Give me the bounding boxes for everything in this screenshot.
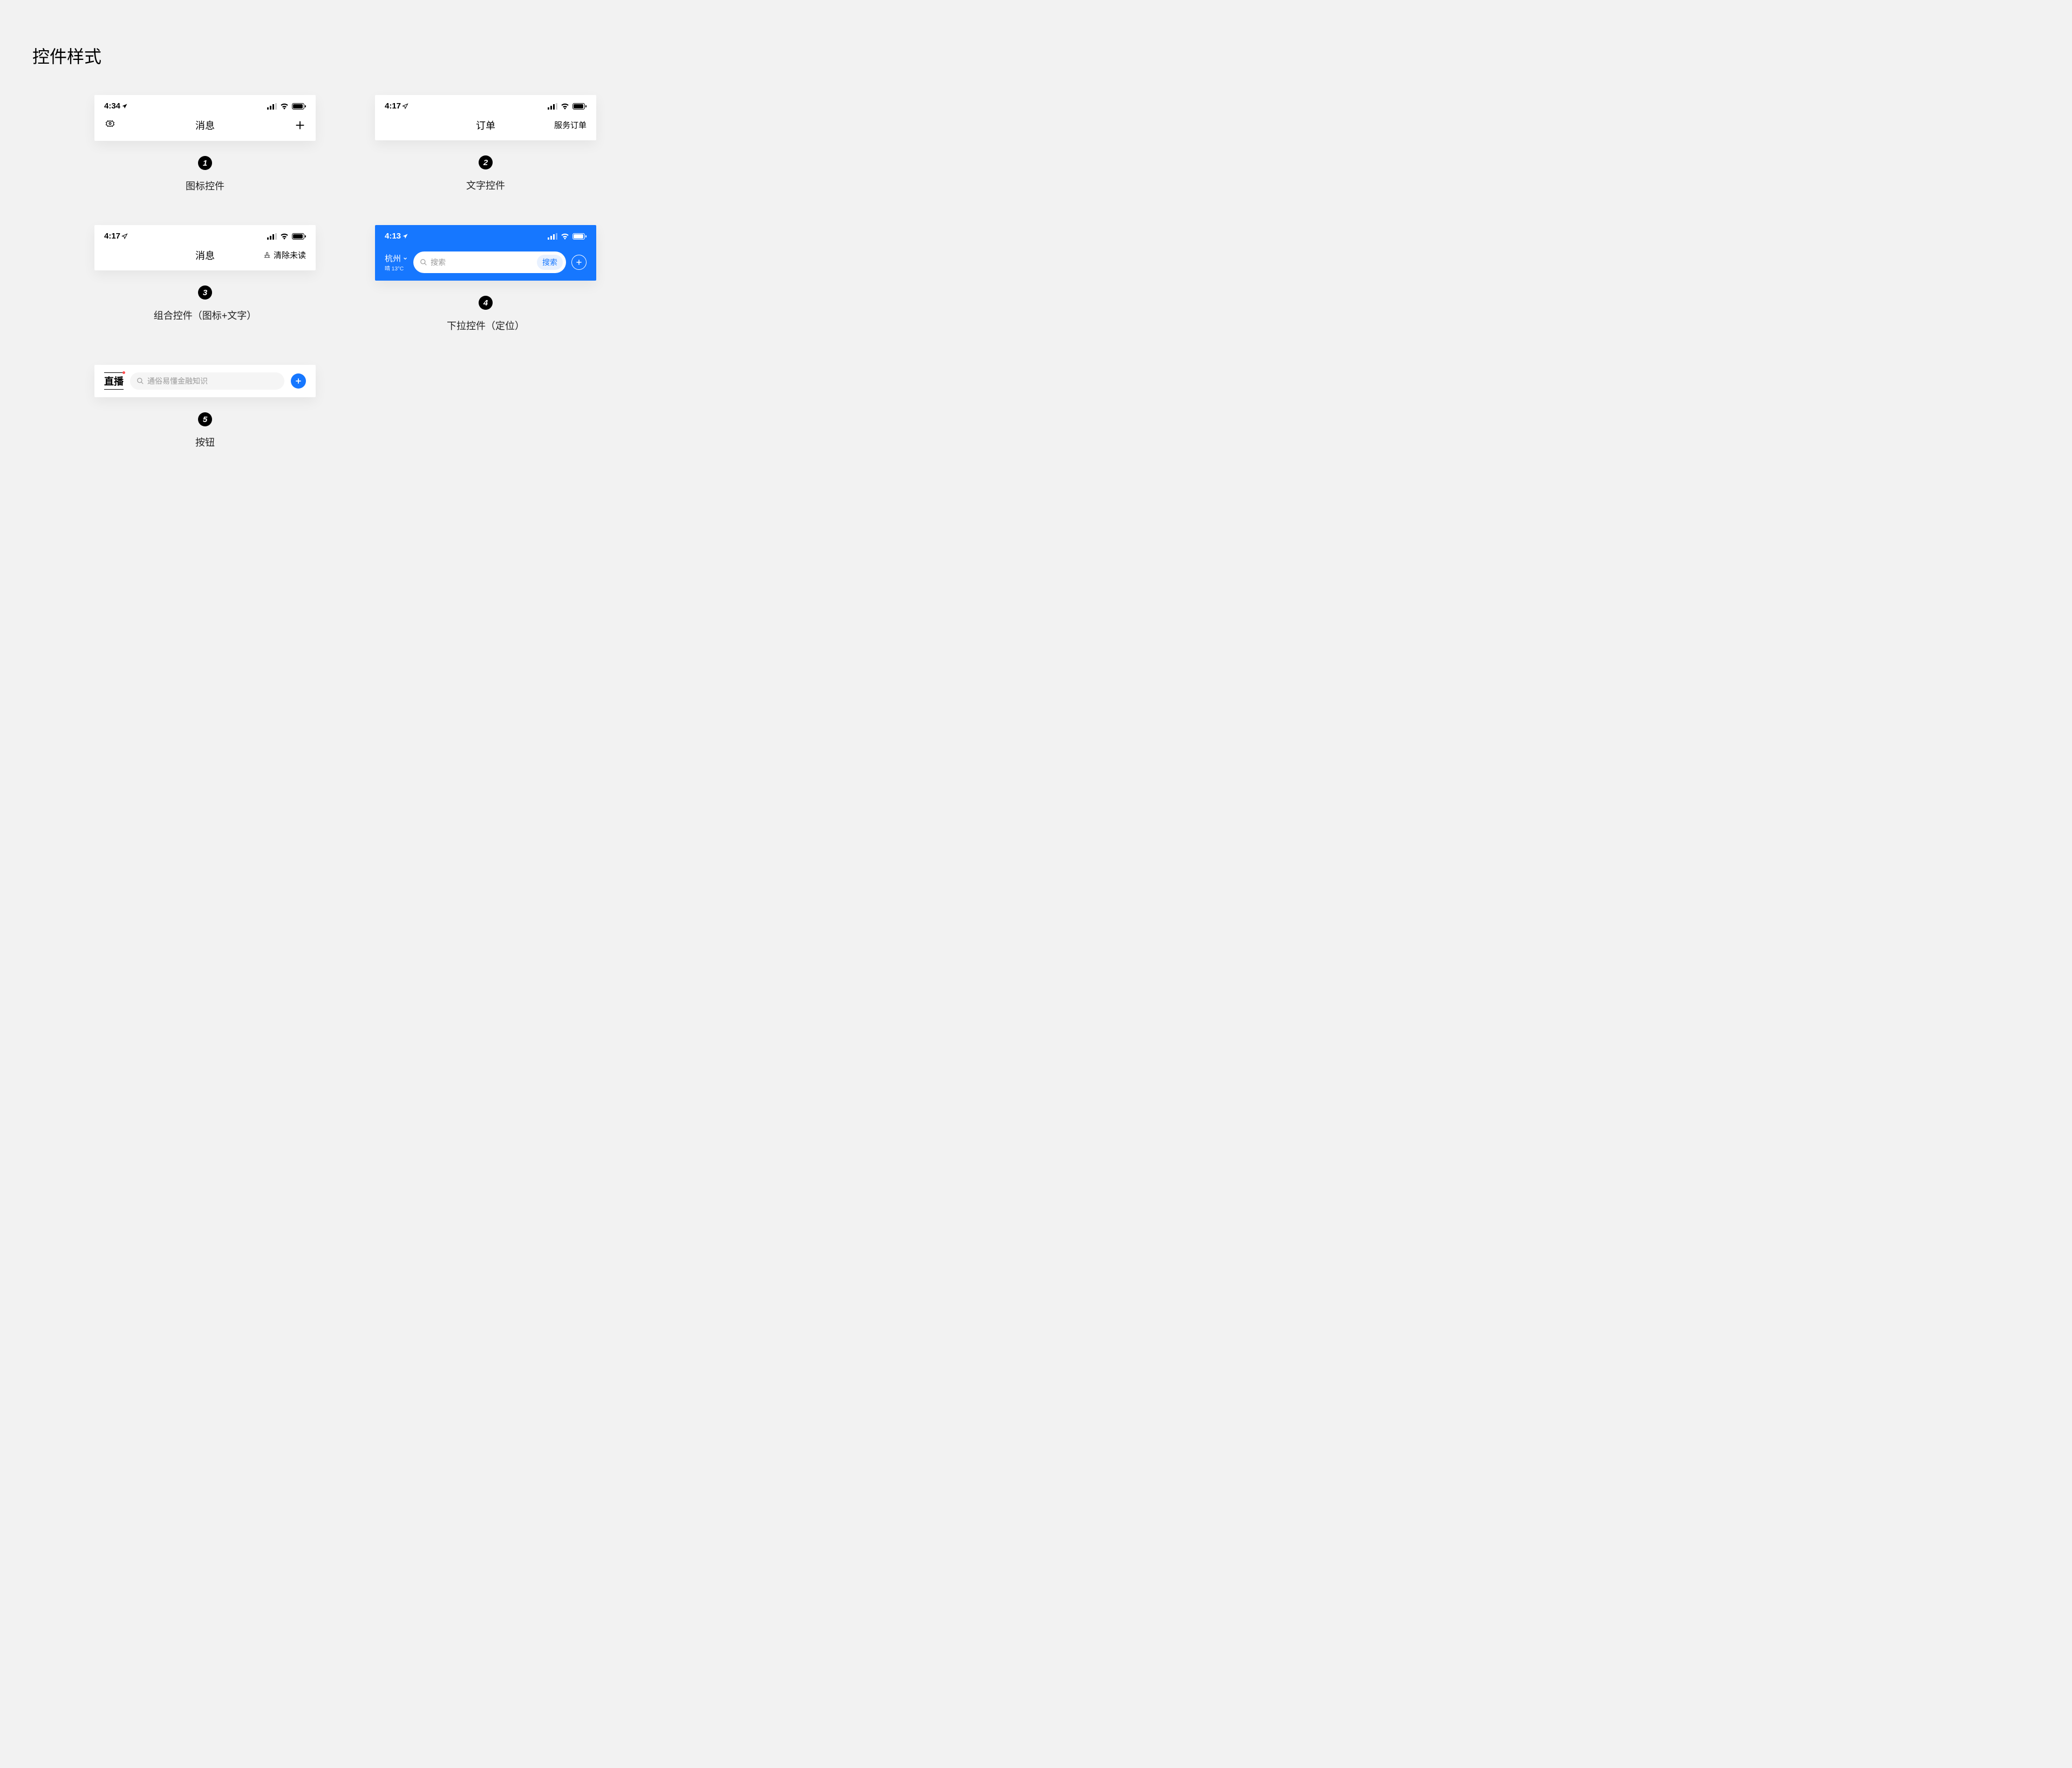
signal-icon — [548, 233, 557, 240]
sample-dropdown-control: 4:13 杭州 晴 13°C — [362, 225, 610, 332]
search-icon — [420, 259, 427, 266]
status-time: 4:17 — [104, 232, 120, 241]
sample-caption: 组合控件（图标+文字） — [154, 308, 257, 322]
status-bar: 4:13 — [375, 225, 596, 244]
sample-number: 5 — [198, 412, 212, 426]
search-placeholder: 通俗易懂金融知识 — [147, 376, 281, 386]
page-title: 控件样式 — [32, 43, 658, 68]
weather-text: 晴 13°C — [385, 264, 408, 272]
location-arrow-icon — [402, 233, 408, 240]
sample-caption: 下拉控件（定位） — [447, 318, 524, 332]
status-time: 4:34 — [104, 101, 120, 111]
add-button[interactable] — [571, 255, 587, 270]
location-dropdown[interactable]: 杭州 晴 13°C — [385, 253, 408, 272]
status-time: 4:13 — [385, 232, 401, 241]
signal-icon — [548, 103, 557, 110]
sample-number: 2 — [479, 155, 493, 169]
chevron-down-icon — [403, 256, 408, 261]
search-icon — [137, 377, 144, 385]
location-arrow-icon — [121, 103, 128, 110]
service-order-link[interactable]: 服务订单 — [554, 119, 587, 131]
clear-unread-button[interactable]: 清除未读 — [263, 249, 306, 261]
live-label: 直播 — [104, 376, 124, 387]
live-badge[interactable]: 直播 — [104, 374, 124, 388]
nav-title: 消息 — [195, 248, 215, 262]
sample-number: 4 — [479, 296, 493, 310]
search-button[interactable]: 搜索 — [537, 255, 563, 270]
search-placeholder: 搜索 — [431, 257, 534, 268]
plus-icon — [295, 377, 302, 385]
location-arrow-icon — [121, 233, 128, 240]
sample-caption: 图标控件 — [186, 179, 224, 193]
status-bar: 4:34 — [94, 95, 316, 114]
sample-icon-control: 4:34 消息 1 — [81, 95, 329, 193]
search-bar[interactable]: 通俗易懂金融知识 — [130, 372, 284, 390]
sample-combo-control: 4:17 消息 清除未读 3 组合控件（图标+文字） — [81, 225, 329, 332]
sample-button-control: 直播 通俗易懂金融知识 5 按钮 — [81, 365, 329, 449]
status-bar: 4:17 — [375, 95, 596, 114]
battery-icon — [292, 103, 306, 110]
gear-icon[interactable] — [104, 119, 116, 131]
sample-text-control: 4:17 订单 服务订单 2 文字控件 — [362, 95, 610, 193]
clear-unread-label: 清除未读 — [274, 249, 306, 261]
sample-number: 1 — [198, 156, 212, 170]
wifi-icon — [561, 233, 569, 240]
wifi-icon — [561, 103, 569, 110]
live-dot-icon — [122, 371, 125, 374]
wifi-icon — [280, 233, 289, 240]
signal-icon — [267, 233, 277, 240]
plus-icon — [575, 259, 583, 266]
status-time: 4:17 — [385, 101, 401, 111]
status-bar: 4:17 — [94, 225, 316, 244]
wifi-icon — [280, 103, 289, 110]
signal-icon — [267, 103, 277, 110]
sample-caption: 文字控件 — [466, 178, 505, 192]
sample-caption: 按钮 — [195, 435, 215, 449]
search-bar[interactable]: 搜索 搜索 — [413, 251, 566, 273]
nav-title: 消息 — [195, 118, 215, 132]
nav-title: 订单 — [476, 118, 495, 132]
add-button[interactable] — [291, 373, 306, 389]
battery-icon — [572, 233, 587, 240]
sample-number: 3 — [198, 285, 212, 300]
location-name: 杭州 — [385, 253, 401, 264]
plus-icon[interactable] — [294, 119, 306, 131]
battery-icon — [292, 233, 306, 240]
battery-icon — [572, 103, 587, 110]
location-arrow-icon — [402, 103, 408, 110]
broom-icon — [263, 251, 271, 260]
